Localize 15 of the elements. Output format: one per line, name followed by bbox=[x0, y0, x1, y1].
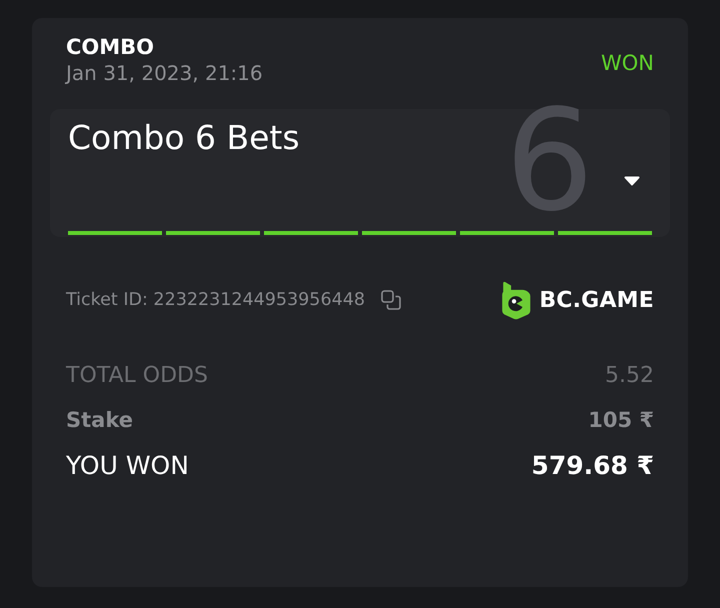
bet-date: Jan 31, 2023, 21:16 bbox=[66, 60, 263, 86]
ticket-id: Ticket ID: 2232231244953956448 bbox=[66, 288, 365, 312]
stake-label: Stake bbox=[66, 407, 133, 434]
payout-value: 579.68 ₹ bbox=[531, 450, 654, 482]
payout-label: YOU WON bbox=[66, 450, 189, 482]
stake-value: 105 ₹ bbox=[588, 407, 654, 434]
caret-icon[interactable] bbox=[624, 176, 640, 186]
bet-status: WON bbox=[600, 50, 654, 76]
odds-value: 5.52 bbox=[605, 362, 654, 390]
logo-icon bbox=[501, 280, 532, 320]
odds-label: TOTAL ODDS bbox=[66, 362, 208, 390]
bet-type-label: COMBO bbox=[66, 34, 156, 60]
brand-name: BC.GAME bbox=[539, 286, 654, 314]
copy-icon[interactable] bbox=[380, 290, 401, 310]
combo-title: Combo 6 Bets bbox=[68, 118, 301, 158]
